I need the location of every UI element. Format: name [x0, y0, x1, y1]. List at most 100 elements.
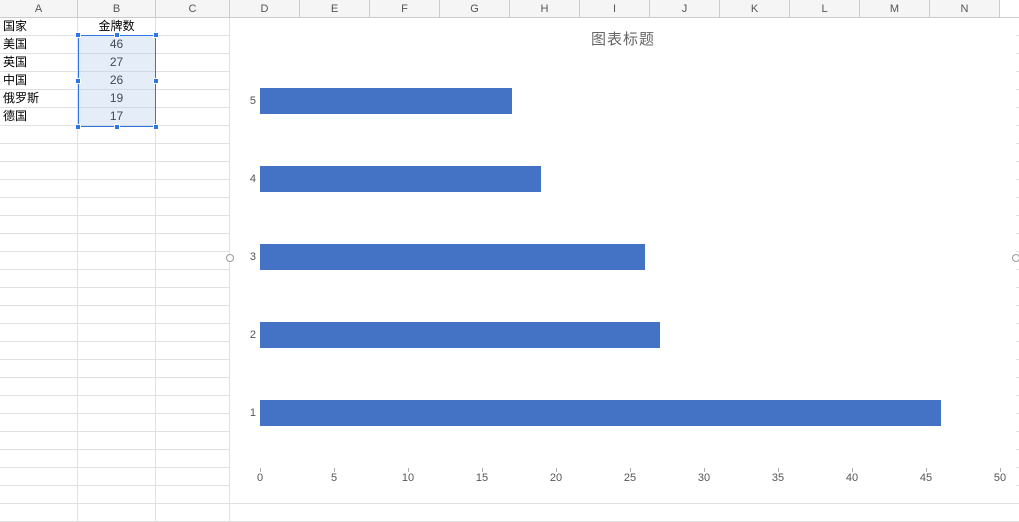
cell[interactable] — [156, 198, 230, 215]
chart-bar[interactable] — [260, 400, 941, 426]
chart-bar[interactable] — [260, 322, 660, 348]
cell[interactable] — [156, 90, 230, 107]
cell[interactable] — [78, 342, 156, 359]
cell[interactable] — [0, 144, 78, 161]
cell[interactable] — [156, 450, 230, 467]
cell[interactable]: 26 — [78, 72, 156, 89]
cell[interactable] — [156, 162, 230, 179]
cell[interactable] — [0, 378, 78, 395]
cell[interactable] — [156, 108, 230, 125]
cell[interactable] — [0, 270, 78, 287]
cell[interactable] — [78, 216, 156, 233]
cell[interactable] — [156, 504, 230, 521]
cell[interactable] — [0, 216, 78, 233]
cell[interactable] — [0, 198, 78, 215]
cell[interactable] — [156, 234, 230, 251]
chart-title[interactable]: 图表标题 — [230, 22, 1016, 53]
col-header[interactable]: E — [300, 0, 370, 17]
cell[interactable] — [78, 324, 156, 341]
cell[interactable] — [78, 360, 156, 377]
cell[interactable] — [156, 252, 230, 269]
cell[interactable] — [78, 126, 156, 143]
cell[interactable] — [0, 468, 78, 485]
col-header[interactable]: G — [440, 0, 510, 17]
cell[interactable] — [78, 234, 156, 251]
cell[interactable] — [156, 324, 230, 341]
chart-bar[interactable] — [260, 244, 645, 270]
cell[interactable]: 27 — [78, 54, 156, 71]
cell[interactable] — [78, 252, 156, 269]
cell[interactable] — [78, 180, 156, 197]
cell[interactable] — [156, 468, 230, 485]
cell[interactable] — [78, 504, 156, 521]
cell[interactable] — [156, 126, 230, 143]
cell[interactable] — [78, 414, 156, 431]
col-header[interactable]: L — [790, 0, 860, 17]
col-header[interactable]: C — [156, 0, 230, 17]
col-header[interactable]: H — [510, 0, 580, 17]
cell[interactable] — [78, 144, 156, 161]
cell[interactable] — [0, 126, 78, 143]
cell[interactable] — [156, 270, 230, 287]
chart-resize-handle[interactable] — [1012, 254, 1019, 262]
cell[interactable] — [78, 270, 156, 287]
col-header[interactable]: J — [650, 0, 720, 17]
chart-bar[interactable] — [260, 88, 512, 114]
chart-resize-handle[interactable] — [226, 254, 234, 262]
cell[interactable] — [156, 486, 230, 503]
col-header[interactable]: K — [720, 0, 790, 17]
cell[interactable] — [156, 378, 230, 395]
cell[interactable] — [0, 234, 78, 251]
cell[interactable] — [78, 432, 156, 449]
cell[interactable]: 17 — [78, 108, 156, 125]
cell[interactable] — [78, 396, 156, 413]
cell[interactable] — [0, 414, 78, 431]
cell[interactable] — [0, 360, 78, 377]
chart-bar[interactable] — [260, 166, 541, 192]
cell[interactable] — [78, 288, 156, 305]
col-header[interactable]: N — [930, 0, 1000, 17]
col-header[interactable]: B — [78, 0, 156, 17]
cell[interactable]: 俄罗斯 — [0, 90, 78, 107]
cell[interactable] — [156, 360, 230, 377]
col-header[interactable]: F — [370, 0, 440, 17]
cell[interactable] — [156, 180, 230, 197]
cell[interactable] — [0, 306, 78, 323]
cell[interactable] — [0, 504, 78, 521]
cell[interactable] — [156, 216, 230, 233]
cell[interactable] — [156, 36, 230, 53]
cell[interactable] — [0, 162, 78, 179]
cell[interactable] — [156, 306, 230, 323]
cell[interactable] — [0, 288, 78, 305]
cell[interactable] — [156, 342, 230, 359]
cell[interactable] — [0, 324, 78, 341]
col-header[interactable]: I — [580, 0, 650, 17]
cell[interactable] — [78, 378, 156, 395]
col-header[interactable]: A — [0, 0, 78, 17]
cell[interactable]: 英国 — [0, 54, 78, 71]
cell[interactable] — [0, 180, 78, 197]
cell[interactable] — [78, 306, 156, 323]
cell[interactable] — [156, 414, 230, 431]
cell[interactable]: 46 — [78, 36, 156, 53]
cell[interactable]: 美国 — [0, 36, 78, 53]
cell[interactable] — [0, 396, 78, 413]
cell[interactable] — [78, 162, 156, 179]
cell[interactable] — [0, 450, 78, 467]
cell[interactable] — [156, 432, 230, 449]
cell[interactable] — [156, 72, 230, 89]
cell[interactable]: 德国 — [0, 108, 78, 125]
cell[interactable] — [78, 198, 156, 215]
cell[interactable] — [78, 468, 156, 485]
cell[interactable]: 19 — [78, 90, 156, 107]
cell-country-header[interactable]: 国家 — [0, 18, 78, 35]
col-header[interactable]: M — [860, 0, 930, 17]
cell[interactable] — [156, 396, 230, 413]
cell[interactable] — [78, 486, 156, 503]
cell[interactable] — [0, 342, 78, 359]
col-header[interactable]: D — [230, 0, 300, 17]
chart-object[interactable]: 图表标题 54321 05101520253035404550 — [230, 22, 1016, 494]
cell[interactable] — [0, 252, 78, 269]
cell[interactable] — [156, 18, 230, 35]
cell-gold-header[interactable]: 金牌数 — [78, 18, 156, 35]
